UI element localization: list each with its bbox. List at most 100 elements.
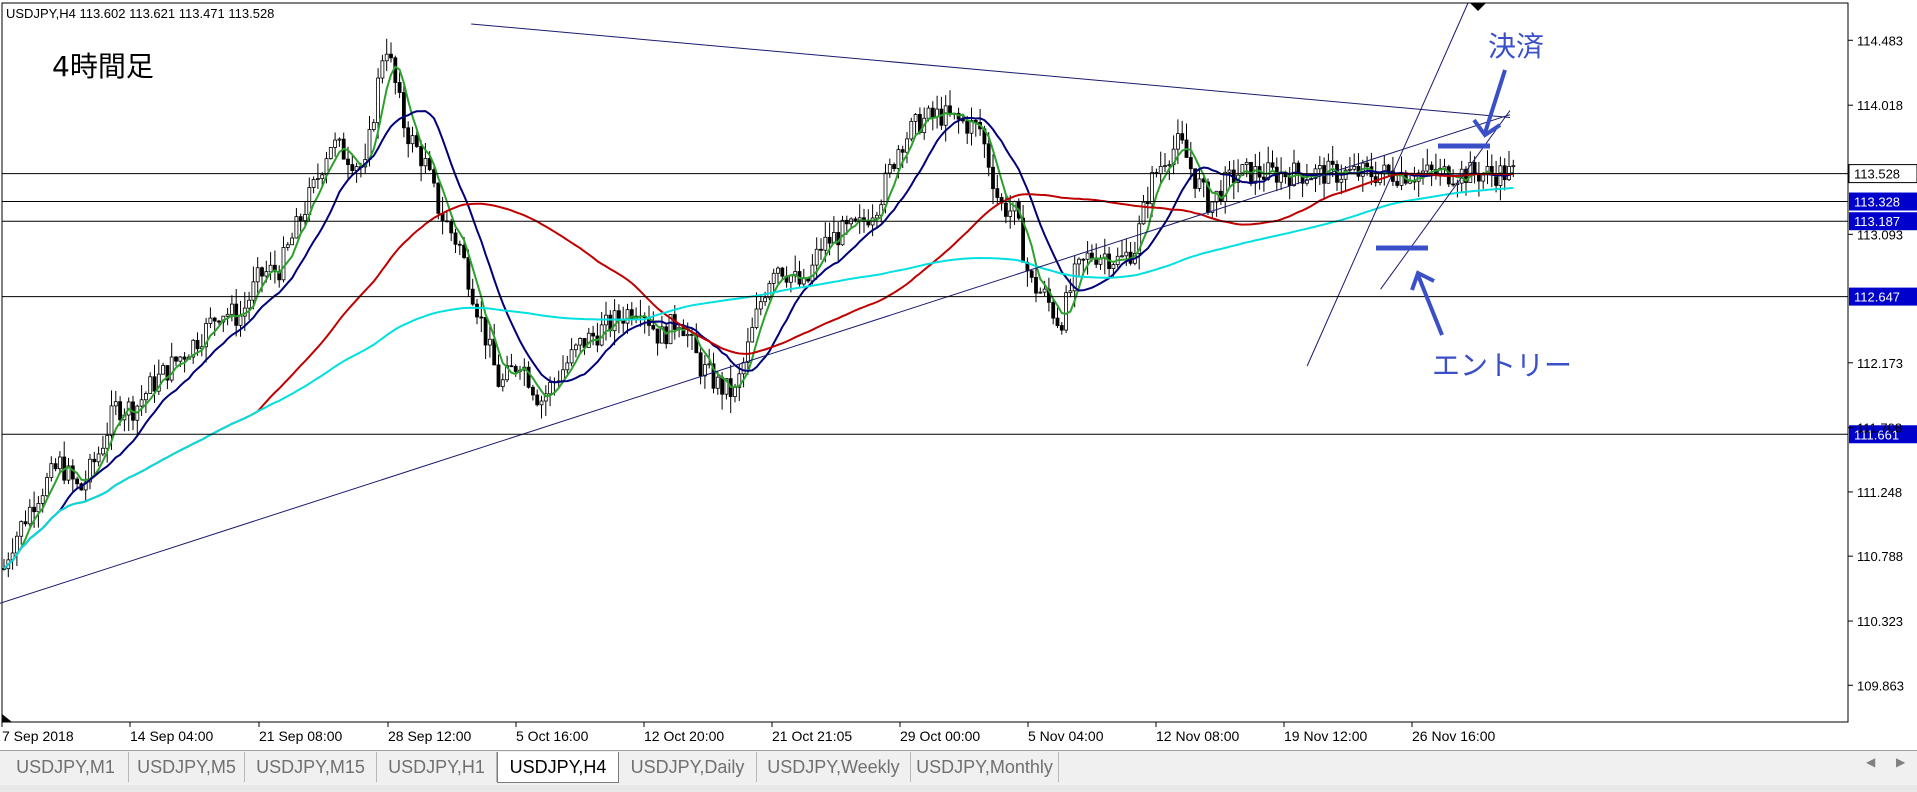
candle-body (948, 105, 952, 115)
price-label: 113.528 (1854, 167, 1900, 182)
tab-usdjpy-m15[interactable]: USDJPY,M15 (245, 752, 377, 782)
candle-body (217, 320, 221, 323)
candle-body (574, 344, 578, 351)
exit-arrow-icon (1483, 69, 1507, 134)
candle-body (1085, 252, 1090, 260)
candle-body (1055, 317, 1060, 326)
candle-body (1253, 166, 1258, 184)
candle-body (247, 299, 252, 309)
candle-body (118, 401, 122, 421)
trendline (0, 114, 1511, 604)
symbol-tab-bar: USDJPY,M1 USDJPY,M5 USDJPY,M15 USDJPY,H1 USD… (0, 750, 1917, 792)
candle-body (70, 465, 75, 480)
candle-body (1158, 166, 1163, 175)
candle-body (1244, 161, 1249, 165)
candle-body (376, 77, 381, 123)
candle-body (1472, 162, 1477, 175)
candle-body (397, 82, 402, 93)
candle-body (152, 376, 157, 392)
candle-body (703, 364, 707, 377)
time-tick-label: 12 Oct 20:00 (644, 728, 724, 744)
candle-body (401, 92, 406, 129)
time-tick-label: 12 Nov 08:00 (1156, 728, 1239, 744)
candle-body (419, 146, 424, 167)
candle-body (750, 327, 755, 343)
candle-body (436, 182, 441, 214)
candle-body (423, 158, 428, 167)
time-tick-label: 14 Sep 04:00 (130, 728, 214, 744)
tab-usdjpy-h4[interactable]: USDJPY,H4 (497, 752, 619, 783)
price-chart[interactable]: 113.528113.328113.187112.647111.661114.4… (0, 0, 1917, 750)
candle-body (1042, 288, 1047, 293)
chart-header: USDJPY,H4 113.602 113.621 113.471 113.52… (6, 6, 274, 21)
candle-body (101, 447, 105, 455)
entry-annotation: エントリー (1432, 349, 1572, 382)
candle-body (53, 463, 58, 470)
moving-average-line (3, 65, 1514, 570)
price-tick-label: 113.093 (1857, 227, 1903, 242)
entry-arrow-icon (1416, 274, 1444, 336)
tab-usdjpy-h1[interactable]: USDJPY,H1 (377, 752, 497, 782)
candle-body (1111, 264, 1116, 269)
candle-body (182, 356, 187, 360)
candle-body (483, 316, 488, 346)
candle-body (1038, 291, 1043, 294)
candle-body (1287, 176, 1292, 187)
candle-body (496, 364, 501, 387)
candle-body (174, 356, 178, 362)
candle-body (591, 332, 595, 337)
candle-body (1081, 258, 1086, 261)
candle-body (995, 188, 1000, 198)
tab-usdjpy-m5[interactable]: USDJPY,M5 (129, 752, 245, 782)
candle-body (1167, 164, 1172, 167)
candle-body (887, 164, 892, 174)
candle-body (462, 244, 467, 258)
candle-body (333, 139, 338, 148)
candle-body (746, 341, 750, 363)
price-tick-label: 110.323 (1857, 614, 1903, 629)
candle-body (406, 127, 411, 145)
candle-body (457, 243, 462, 246)
time-tick-label: 26 Nov 16:00 (1412, 728, 1495, 744)
candle-body (767, 282, 772, 299)
candle-body (741, 361, 746, 375)
shift-marker-icon (1470, 3, 1486, 11)
candle-body (315, 178, 320, 180)
candle-body (500, 379, 505, 387)
trendline (471, 23, 1511, 118)
candle-body (698, 352, 703, 377)
candle-body (208, 317, 213, 324)
candle-body (96, 453, 101, 463)
scroll-right-icon[interactable]: ▶ (1896, 755, 1905, 769)
candle-body (531, 386, 535, 396)
candle-body (1339, 178, 1344, 183)
tab-usdjpy-daily[interactable]: USDJPY,Daily (619, 752, 757, 782)
candle-body (479, 316, 484, 319)
candle-body (776, 267, 780, 274)
tab-usdjpy-weekly[interactable]: USDJPY,Weekly (757, 752, 911, 782)
candle-body (943, 105, 948, 126)
candle-body (1270, 162, 1275, 168)
candle-body (720, 376, 724, 395)
tab-usdjpy-monthly[interactable]: USDJPY,Monthly (911, 752, 1059, 782)
price-label: 112.647 (1854, 290, 1900, 305)
candle-body (1034, 276, 1038, 294)
candle-body (1004, 202, 1008, 217)
scroll-left-icon[interactable]: ◀ (1866, 755, 1875, 769)
candle-body (1008, 210, 1013, 217)
price-tick-label: 109.863 (1857, 678, 1904, 693)
candle-body (827, 236, 832, 244)
candle-body (410, 135, 415, 145)
candle-body (32, 506, 36, 513)
candle-body (23, 521, 28, 525)
tab-usdjpy-m1[interactable]: USDJPY,M1 (3, 752, 129, 782)
chart-window[interactable]: 113.528 113.328 113.187 112.647 111.661 114.4… (0, 0, 1917, 750)
candle-body (625, 309, 630, 324)
trendline (1380, 110, 1511, 290)
candle-body (178, 356, 183, 362)
candle-body (1051, 301, 1056, 319)
candle-body (380, 60, 385, 79)
candle-body (14, 535, 19, 554)
candle-body (45, 477, 49, 497)
candle-body (432, 169, 436, 184)
